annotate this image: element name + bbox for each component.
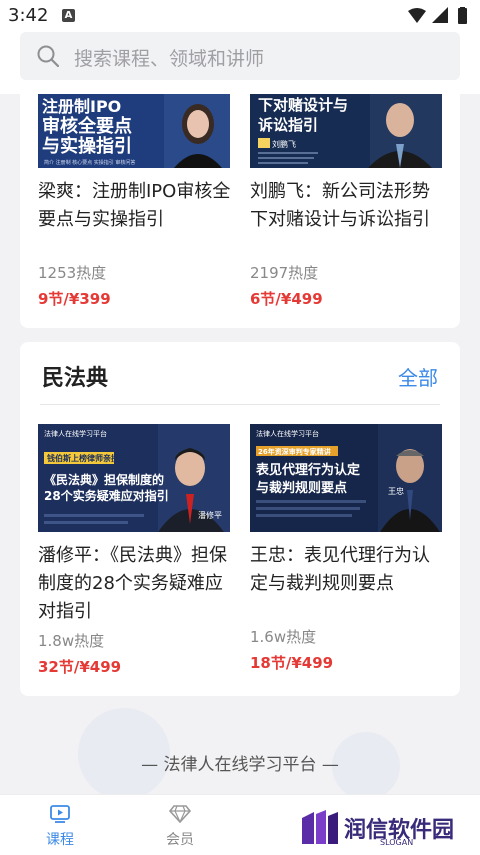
svg-text:表见代理行为认定: 表见代理行为认定 bbox=[255, 462, 360, 478]
course-item[interactable]: 法律人在线学习平台 26年资深审判专家精讲 表见代理行为认定 与裁判规则要点 王… bbox=[250, 424, 442, 684]
search-bar: 搜索课程、领域和讲师 bbox=[0, 32, 480, 94]
course-title: 潘修平：《民法典》担保制度的28个实务疑难应对指引 bbox=[38, 545, 227, 622]
section-card: 民法典 全部 法律人在线学习平台 钱伯斯上榜律师亲授 《民法典》担保制度的 28… bbox=[20, 342, 460, 696]
course-item[interactable]: 下对赌设计与 诉讼指引 刘鹏飞 刘鹏飞：新公司法形势下对赌设计与诉讼指引 219… bbox=[250, 94, 442, 328]
course-price: 32节/¥499 bbox=[38, 658, 122, 676]
course-thumbnail: 法律人在线学习平台 钱伯斯上榜律师亲授 《民法典》担保制度的 28个实务疑难应对… bbox=[38, 424, 230, 532]
svg-text:诉讼指引: 诉讼指引 bbox=[258, 116, 318, 134]
watermark-slogan: SLOGAN bbox=[380, 838, 414, 847]
svg-text:与裁判规则要点: 与裁判规则要点 bbox=[256, 480, 347, 496]
svg-text:简介 注册制 核心要点 实操指引 审核问答: 简介 注册制 核心要点 实操指引 审核问答 bbox=[44, 159, 135, 166]
course-price: 6节/¥499 bbox=[250, 290, 323, 308]
svg-text:下对赌设计与: 下对赌设计与 bbox=[258, 96, 348, 114]
course-heat: 1.6w热度 bbox=[250, 628, 317, 646]
svg-text:法律人在线学习平台: 法律人在线学习平台 bbox=[44, 429, 107, 438]
search-placeholder: 搜索课程、领域和讲师 bbox=[74, 48, 265, 70]
search-input[interactable]: 搜索课程、领域和讲师 bbox=[20, 32, 460, 80]
course-item[interactable]: 法律人在线学习平台 钱伯斯上榜律师亲授 《民法典》担保制度的 28个实务疑难应对… bbox=[38, 424, 230, 684]
course-title: 刘鹏飞：新公司法形势下对赌设计与诉讼指引 bbox=[250, 181, 430, 230]
tab-course[interactable]: 课程 bbox=[20, 795, 100, 855]
watermark-logo-icon bbox=[302, 810, 338, 844]
svg-text:与实操指引: 与实操指引 bbox=[42, 135, 132, 157]
wifi-signal-battery-icon bbox=[408, 7, 467, 24]
course-price: 9节/¥399 bbox=[38, 290, 111, 308]
course-heat: 2197热度 bbox=[250, 264, 319, 282]
course-thumbnail: 注册制IPO 审核全要点 与实操指引 简介 注册制 核心要点 实操指引 审核问答 bbox=[38, 94, 230, 168]
tab-label: 课程 bbox=[46, 832, 74, 848]
search-icon bbox=[36, 44, 60, 72]
course-price: 18节/¥499 bbox=[250, 654, 334, 672]
tab-label: 会员 bbox=[166, 832, 194, 848]
svg-text:审核全要点: 审核全要点 bbox=[42, 115, 132, 137]
course-icon bbox=[50, 805, 70, 823]
status-bar: 3:42 A bbox=[0, 0, 480, 32]
svg-text:刘鹏飞: 刘鹏飞 bbox=[272, 139, 296, 149]
diamond-icon bbox=[169, 805, 191, 823]
divider bbox=[40, 404, 440, 405]
course-thumbnail: 下对赌设计与 诉讼指引 刘鹏飞 bbox=[250, 94, 442, 168]
see-all-link[interactable]: 全部 bbox=[398, 362, 438, 391]
svg-text:26年资深审判专家精讲: 26年资深审判专家精讲 bbox=[258, 447, 331, 456]
course-item[interactable]: 注册制IPO 审核全要点 与实操指引 简介 注册制 核心要点 实操指引 审核问答… bbox=[38, 94, 230, 328]
tab-member[interactable]: 会员 bbox=[140, 795, 220, 855]
status-icons bbox=[406, 7, 472, 25]
svg-text:28个实务疑难应对指引: 28个实务疑难应对指引 bbox=[44, 488, 169, 503]
platform-slogan: — 法律人在线学习平台 — bbox=[141, 755, 339, 775]
svg-text:王忠: 王忠 bbox=[388, 487, 404, 496]
notification-icon: A bbox=[62, 9, 75, 22]
course-thumbnail: 法律人在线学习平台 26年资深审判专家精讲 表见代理行为认定 与裁判规则要点 王… bbox=[250, 424, 442, 532]
svg-text:法律人在线学习平台: 法律人在线学习平台 bbox=[256, 429, 319, 438]
status-time: 3:42 bbox=[8, 5, 49, 26]
course-title: 王忠：表见代理行为认定与裁判规则要点 bbox=[250, 545, 430, 594]
section-title: 民法典 bbox=[42, 366, 109, 391]
course-heat: 1253热度 bbox=[38, 264, 107, 282]
course-title: 梁爽：注册制IPO审核全要点与实操指引 bbox=[38, 181, 231, 230]
svg-text:《民法典》担保制度的: 《民法典》担保制度的 bbox=[44, 472, 164, 487]
course-card-top: 注册制IPO 审核全要点 与实操指引 简介 注册制 核心要点 实操指引 审核问答… bbox=[20, 94, 460, 328]
svg-text:钱伯斯上榜律师亲授: 钱伯斯上榜律师亲授 bbox=[47, 453, 120, 463]
background-decoration bbox=[78, 708, 400, 794]
svg-text:潘修平: 潘修平 bbox=[198, 510, 222, 520]
svg-text:注册制IPO: 注册制IPO bbox=[42, 97, 121, 116]
course-heat: 1.8w热度 bbox=[38, 632, 105, 650]
